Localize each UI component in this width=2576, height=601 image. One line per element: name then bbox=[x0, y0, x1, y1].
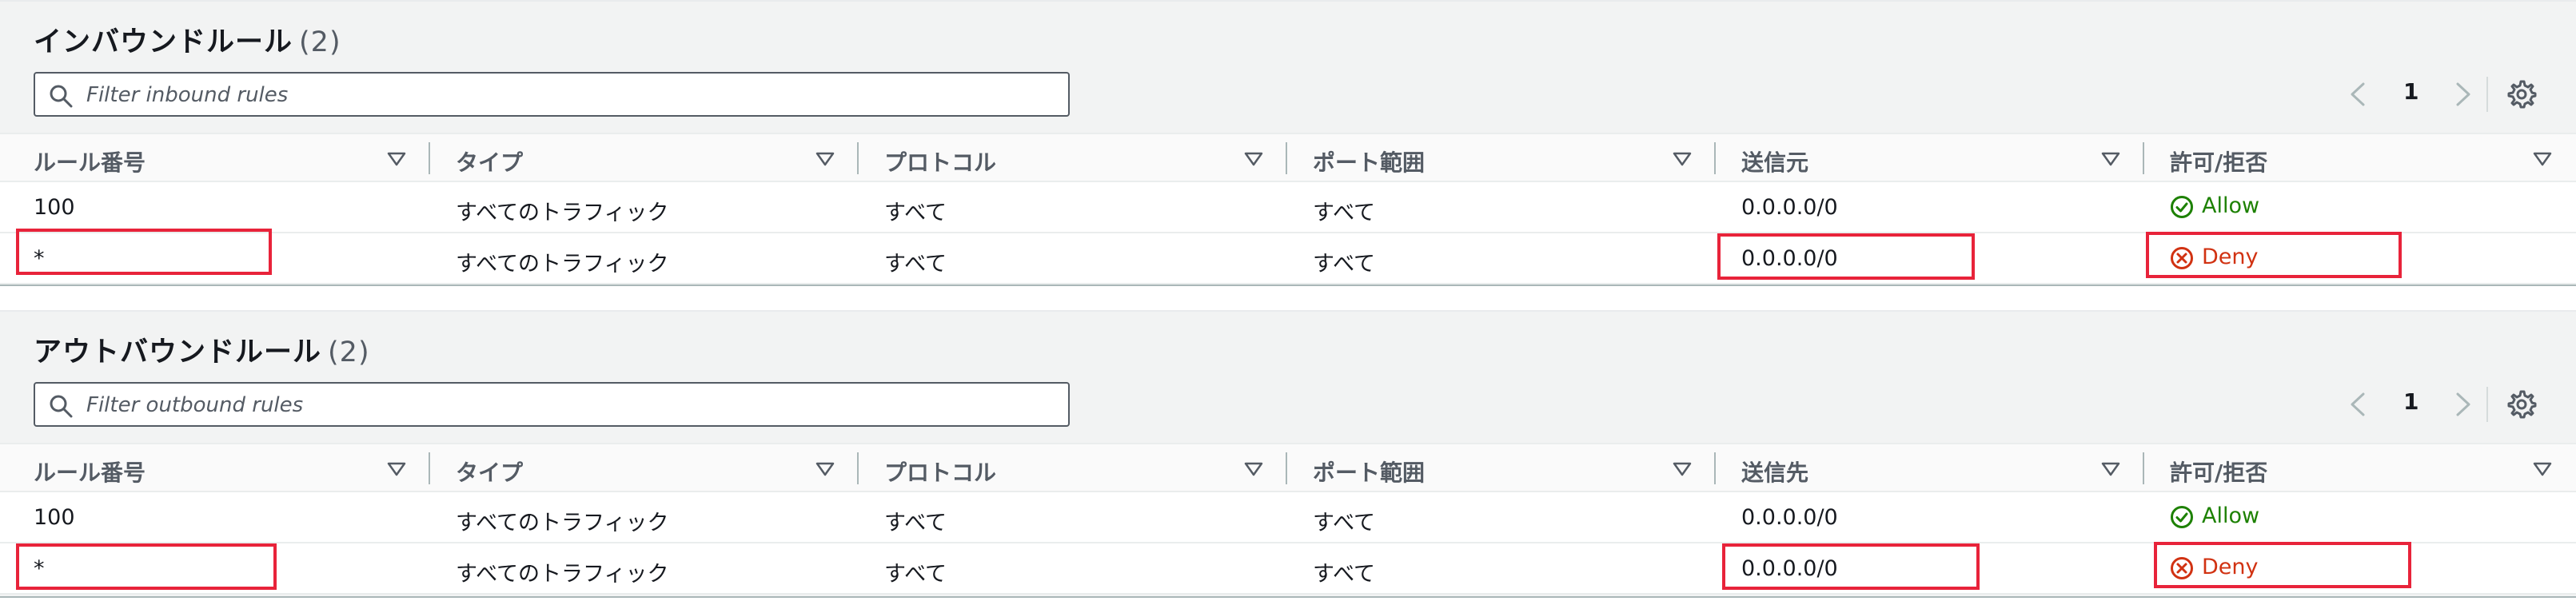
inbound-search-input[interactable]: Filter inbound rules bbox=[34, 72, 1070, 117]
rule-number-cell: * bbox=[34, 556, 45, 581]
port-range-cell: すべて bbox=[1313, 252, 1376, 277]
table-row[interactable]: 100 すべてのトラフィック すべて すべて 0.0.0.0/0 Allow bbox=[0, 492, 2576, 543]
type-cell: すべてのトラフィック bbox=[456, 201, 669, 225]
search-icon bbox=[50, 395, 73, 418]
outbound-rules-title: アウトバウンドルール (2) bbox=[34, 329, 370, 370]
column-label: ポート範囲 bbox=[1313, 460, 1426, 486]
outbound-page-number[interactable]: 1 bbox=[2403, 388, 2418, 415]
sort-caret-icon[interactable] bbox=[1673, 462, 1692, 476]
port-range-cell: すべて bbox=[1313, 511, 1376, 535]
column-label: ルール番号 bbox=[34, 149, 146, 176]
column-label: プロトコル bbox=[884, 149, 997, 176]
status-label: Deny bbox=[2202, 245, 2259, 269]
protocol-cell: すべて bbox=[884, 252, 947, 277]
port-range-cell: すべて bbox=[1313, 201, 1376, 225]
outbound-rule-count: (2) bbox=[328, 336, 370, 368]
x-circle-icon bbox=[2171, 247, 2193, 269]
column-label: ルール番号 bbox=[34, 460, 146, 486]
protocol-cell: すべて bbox=[884, 511, 947, 535]
port-range-cell: すべて bbox=[1313, 562, 1376, 587]
destination-cell: 0.0.0.0/0 bbox=[1741, 505, 1838, 530]
column-divider[interactable] bbox=[857, 142, 859, 174]
outbound-search-input[interactable]: Filter outbound rules bbox=[34, 382, 1070, 427]
sort-caret-icon[interactable] bbox=[815, 152, 835, 166]
outbound-title-text: アウトバウンドルール bbox=[34, 336, 322, 368]
sort-caret-icon[interactable] bbox=[2533, 462, 2552, 476]
column-divider[interactable] bbox=[1286, 142, 1287, 174]
inbound-rules-table: ルール番号 タイプ プロトコル ポート範囲 送信元 許可/拒否 100 すべての… bbox=[0, 133, 2576, 285]
sort-caret-icon[interactable] bbox=[1244, 152, 1263, 166]
outbound-search-placeholder: Filter outbound rules bbox=[86, 393, 304, 417]
pagination-divider bbox=[2486, 77, 2488, 112]
rule-number-cell: 100 bbox=[34, 195, 75, 220]
check-circle-icon bbox=[2171, 506, 2193, 528]
column-label: 許可/拒否 bbox=[2170, 460, 2268, 486]
column-label: ポート範囲 bbox=[1313, 149, 1426, 176]
chevron-right-icon[interactable] bbox=[2451, 392, 2474, 417]
gear-icon[interactable] bbox=[2506, 388, 2538, 420]
column-divider[interactable] bbox=[1286, 452, 1287, 484]
sort-caret-icon[interactable] bbox=[815, 462, 835, 476]
source-cell: 0.0.0.0/0 bbox=[1741, 246, 1838, 271]
column-divider[interactable] bbox=[1714, 142, 1716, 174]
outbound-pagination: 1 bbox=[2347, 387, 2491, 422]
column-divider[interactable] bbox=[429, 452, 430, 484]
sort-caret-icon[interactable] bbox=[387, 462, 406, 476]
status-label: Allow bbox=[2202, 503, 2260, 528]
sort-caret-icon[interactable] bbox=[1244, 462, 1263, 476]
chevron-left-icon[interactable] bbox=[2347, 82, 2370, 107]
sort-caret-icon[interactable] bbox=[2533, 152, 2552, 166]
column-label: 送信元 bbox=[1741, 149, 1809, 176]
status-label: Allow bbox=[2202, 193, 2260, 218]
rule-number-cell: 100 bbox=[34, 505, 75, 530]
column-label: 許可/拒否 bbox=[2170, 149, 2268, 176]
sort-caret-icon[interactable] bbox=[2101, 152, 2120, 166]
inbound-rules-title: インバウンドルール (2) bbox=[34, 19, 341, 60]
search-icon bbox=[50, 85, 73, 108]
table-row[interactable]: * すべてのトラフィック すべて すべて 0.0.0.0/0 Deny bbox=[0, 543, 2576, 595]
outbound-rules-table: ルール番号 タイプ プロトコル ポート範囲 送信先 許可/拒否 100 すべての… bbox=[0, 443, 2576, 595]
protocol-cell: すべて bbox=[884, 562, 947, 587]
inbound-page-number[interactable]: 1 bbox=[2403, 78, 2418, 105]
type-cell: すべてのトラフィック bbox=[456, 562, 669, 587]
inbound-rule-count: (2) bbox=[299, 26, 341, 58]
column-label: 送信先 bbox=[1741, 460, 1809, 486]
chevron-left-icon[interactable] bbox=[2347, 392, 2370, 417]
chevron-right-icon[interactable] bbox=[2451, 82, 2474, 107]
column-divider[interactable] bbox=[429, 142, 430, 174]
source-cell: 0.0.0.0/0 bbox=[1741, 195, 1838, 220]
destination-cell: 0.0.0.0/0 bbox=[1741, 556, 1838, 581]
table-row[interactable]: * すべてのトラフィック すべて すべて 0.0.0.0/0 Deny bbox=[0, 233, 2576, 285]
sort-caret-icon[interactable] bbox=[2101, 462, 2120, 476]
sort-caret-icon[interactable] bbox=[1673, 152, 1692, 166]
inbound-title-text: インバウンドルール bbox=[34, 26, 293, 58]
table-row[interactable]: 100 すべてのトラフィック すべて すべて 0.0.0.0/0 Allow bbox=[0, 182, 2576, 233]
column-label: タイプ bbox=[456, 460, 524, 486]
inbound-pagination: 1 bbox=[2347, 77, 2491, 112]
inbound-search-placeholder: Filter inbound rules bbox=[86, 83, 289, 107]
table-header: ルール番号 タイプ プロトコル ポート範囲 送信先 許可/拒否 bbox=[0, 443, 2576, 492]
inbound-rules-panel: インバウンドルール (2) Filter inbound rules 1 ルール番… bbox=[0, 0, 2576, 286]
column-divider[interactable] bbox=[1714, 452, 1716, 484]
column-divider[interactable] bbox=[2143, 142, 2144, 174]
check-circle-icon bbox=[2171, 196, 2193, 218]
sort-caret-icon[interactable] bbox=[387, 152, 406, 166]
type-cell: すべてのトラフィック bbox=[456, 511, 669, 535]
x-circle-icon bbox=[2171, 557, 2193, 579]
rule-number-cell: * bbox=[34, 246, 45, 271]
outbound-rules-panel: アウトバウンドルール (2) Filter outbound rules 1 ルー… bbox=[0, 310, 2576, 598]
protocol-cell: すべて bbox=[884, 201, 947, 225]
column-divider[interactable] bbox=[857, 452, 859, 484]
column-divider[interactable] bbox=[2143, 452, 2144, 484]
pagination-divider bbox=[2486, 387, 2488, 422]
column-label: タイプ bbox=[456, 149, 524, 176]
column-label: プロトコル bbox=[884, 460, 997, 486]
table-header: ルール番号 タイプ プロトコル ポート範囲 送信元 許可/拒否 bbox=[0, 133, 2576, 182]
gear-icon[interactable] bbox=[2506, 78, 2538, 110]
type-cell: すべてのトラフィック bbox=[456, 252, 669, 277]
status-label: Deny bbox=[2202, 555, 2259, 579]
